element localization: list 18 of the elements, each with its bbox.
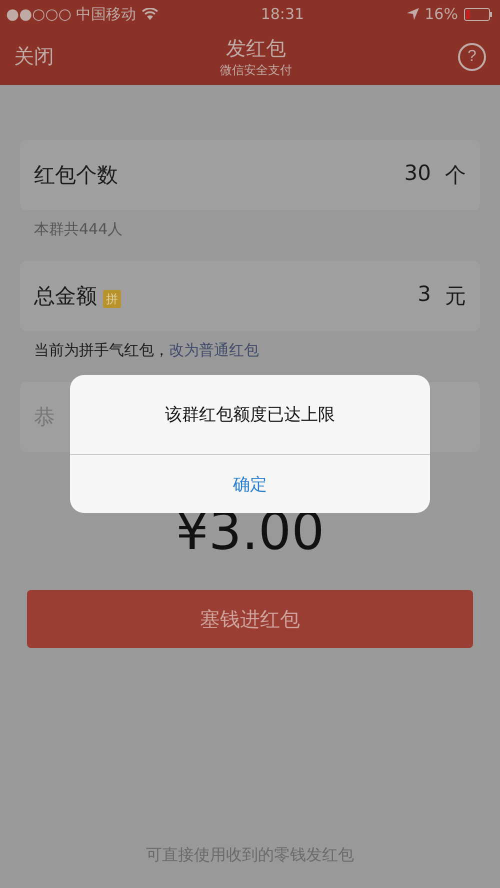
clock-time: 18:31: [260, 5, 304, 23]
confirm-button[interactable]: 确定: [70, 455, 430, 513]
mode-note: 当前为拼手气红包，: [34, 341, 169, 359]
switch-mode-link[interactable]: 改为普通红包: [169, 341, 259, 359]
alert-message: 该群红包额度已达上限: [70, 375, 430, 455]
group-size-note: 本群共444人: [33, 219, 124, 240]
submit-button[interactable]: 塞钱进红包: [27, 590, 473, 648]
wifi-icon: [142, 8, 158, 20]
close-link[interactable]: 关闭: [14, 43, 54, 70]
amount-field[interactable]: 总金额 拼 3 元: [20, 261, 480, 331]
page-subtitle: 微信安全支付: [220, 62, 292, 78]
help-button[interactable]: ?: [458, 42, 486, 70]
battery-icon: [464, 8, 494, 20]
location-arrow-icon: [406, 8, 419, 20]
page-title: 发红包: [226, 34, 286, 62]
battery-percent: 16%: [424, 5, 458, 23]
carrier-signal: ●●○○○ 中国移动: [6, 4, 136, 24]
count-field[interactable]: 红包个数 30 个: [20, 140, 480, 210]
